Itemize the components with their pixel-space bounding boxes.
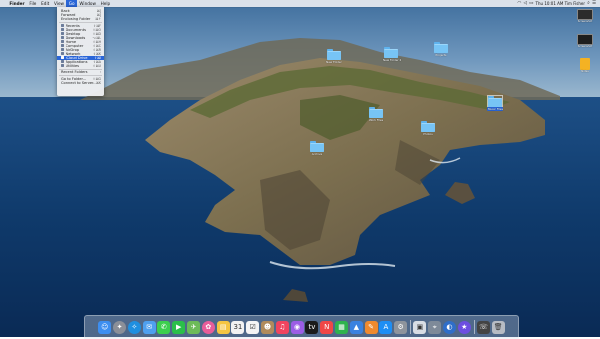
go-menu-item-recent-folders[interactable]: Recent Folders › [57, 70, 104, 74]
wifi-icon[interactable]: ◠ [517, 0, 521, 7]
menu-item-shortcut: › [99, 70, 101, 74]
folder-icon [310, 141, 324, 152]
menu-bar-clock[interactable]: Thu 10:01 AM Tim Fisher [536, 1, 586, 6]
finder-icon[interactable]: ☺ [98, 320, 112, 334]
desktop-folder[interactable]: New Folder [326, 49, 342, 64]
search-icon[interactable]: ⌕ [587, 0, 590, 7]
desktop-file[interactable]: Notes [575, 58, 595, 73]
dock: ☺ ✦ ✧ ✉ ✆ ▶ ✈ ✿ ▤ 31 ☑ ☻ ♫ ◉ tv N ▦ ▲ ✎ A ⚙ ▣ ⌖ ◐ ★ ☏ 🗑 [84, 315, 519, 339]
news-icon[interactable]: N [320, 320, 334, 334]
menu-view[interactable]: View [52, 0, 67, 7]
folder-icon [384, 47, 398, 58]
screenshot-thumbnail-icon [577, 9, 593, 20]
finder-window-icon[interactable]: ◐ [442, 320, 456, 334]
photos-icon[interactable]: ✿ [201, 320, 215, 334]
launchpad-icon[interactable]: ✦ [113, 320, 127, 334]
menu-go[interactable]: Go [66, 0, 77, 7]
notes-icon[interactable]: ▤ [216, 320, 230, 334]
menu-item-label: Recent Folders [61, 70, 88, 74]
folder-icon [327, 49, 341, 60]
menu-item-label: Utilities [65, 63, 80, 68]
trash-icon[interactable]: 🗑 [491, 320, 505, 334]
desktop-folder[interactable]: Work Files [368, 107, 384, 122]
notification-center-icon[interactable]: ☰ [592, 0, 596, 7]
menu-window[interactable]: Window [77, 0, 98, 7]
desktop-folder[interactable]: Photos [420, 121, 436, 136]
facetime-icon[interactable]: ▶ [172, 320, 186, 334]
desktop-file[interactable]: Screenshot [575, 34, 595, 49]
go-menu-item-connect-to-server[interactable]: Connect to Server... ⌘K [57, 81, 104, 85]
menu-bar: Finder File Edit View Go Window Help ◠ ◁… [0, 0, 600, 7]
preview-icon[interactable]: ▣ [413, 320, 427, 334]
maps-icon[interactable]: ✈ [187, 320, 201, 334]
go-menu-item-enclosing-folder[interactable]: Enclosing Folder ⌘↑ [57, 17, 104, 21]
calendar-icon[interactable]: 31 [231, 320, 245, 334]
desktop-folder-selected[interactable]: Music Files [487, 95, 503, 111]
menu-app-name[interactable]: Finder [7, 0, 27, 7]
pages-icon[interactable]: ✎ [364, 320, 378, 334]
desktop-folder[interactable]: Projects [433, 42, 449, 57]
menu-item-label: Connect to Server... [61, 80, 96, 85]
messages-icon[interactable]: ✆ [157, 320, 171, 334]
reminders-icon[interactable]: ☑ [246, 320, 260, 334]
mail-icon[interactable]: ✉ [142, 320, 156, 334]
menu-file[interactable]: File [27, 0, 39, 7]
desktop-file[interactable]: Screenshot [575, 9, 595, 24]
folder-icon [421, 121, 435, 132]
menu-item-shortcut: ⇧⌘U [92, 63, 101, 68]
tv-icon[interactable]: tv [305, 320, 319, 334]
safari-icon[interactable]: ✧ [127, 320, 141, 334]
menu-item-label: Enclosing Folder [61, 17, 91, 21]
menu-item-shortcut: ⌘↑ [95, 17, 101, 21]
screenshot-thumbnail-icon [577, 34, 593, 45]
utilities-icon [61, 64, 64, 67]
desktop-folder[interactable]: New Folder 2 [383, 47, 401, 62]
imovie-icon[interactable]: ★ [457, 320, 471, 334]
appstore-icon[interactable]: A [379, 320, 393, 334]
folder-icon [369, 107, 383, 118]
menu-item-shortcut: ⌘K [95, 80, 101, 85]
menu-bar-status: ◠ ◁ ▭ Thu 10:01 AM Tim Fisher ⌕ ☰ [517, 0, 600, 7]
downloads-stack-icon[interactable]: ☏ [476, 320, 490, 334]
numbers-icon[interactable]: ▦ [335, 320, 348, 334]
contacts-icon[interactable]: ☻ [261, 320, 275, 334]
menu-help[interactable]: Help [98, 0, 112, 7]
screenshot-icon[interactable]: ⌖ [428, 320, 442, 334]
notes-file-icon [580, 58, 590, 70]
go-menu-dropdown: Back ⌘[Forward ⌘] Enclosing Folder ⌘↑ Recents… [57, 7, 104, 96]
system-preferences-icon[interactable]: ⚙ [394, 320, 408, 334]
dock-divider [409, 320, 411, 334]
folder-icon [487, 95, 503, 107]
volume-icon[interactable]: ◁ [523, 0, 526, 7]
dock-divider [473, 320, 475, 334]
keynote-icon[interactable]: ▲ [349, 320, 363, 334]
music-icon[interactable]: ♫ [275, 320, 289, 334]
folder-icon [434, 42, 448, 53]
go-menu-item-utilities[interactable]: Utilities ⇧⌘U [57, 64, 104, 68]
battery-icon[interactable]: ▭ [529, 0, 533, 7]
menu-edit[interactable]: Edit [39, 0, 52, 7]
menu-bar-left: Finder File Edit View Go Window Help [0, 0, 113, 7]
desktop-folder[interactable]: Archive [309, 141, 325, 156]
podcasts-icon[interactable]: ◉ [290, 320, 304, 334]
